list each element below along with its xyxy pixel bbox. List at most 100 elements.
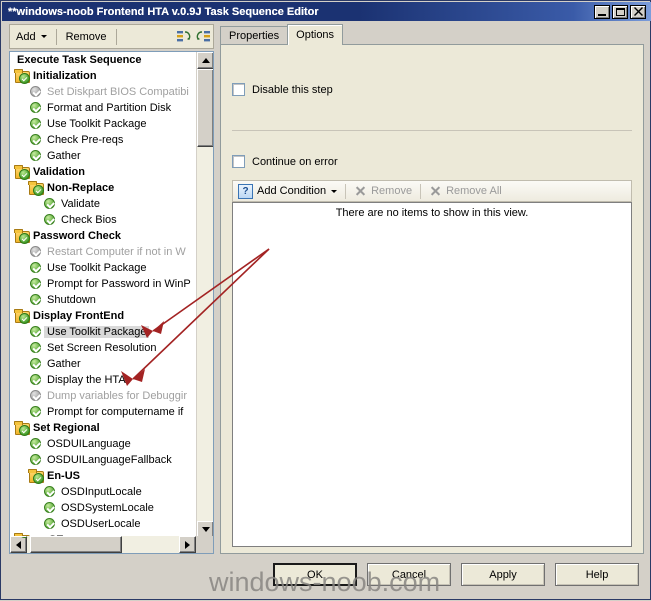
tree-item[interactable]: OSDUserLocale — [10, 516, 196, 532]
close-x-icon — [429, 185, 442, 198]
condition-toolbar: ? Add Condition Remove Remove All — [232, 180, 632, 202]
task-sequence-tree[interactable]: Execute Task Sequence Initialization Set D… — [9, 51, 214, 554]
tree-item[interactable]: Set Diskpart BIOS Compatibi — [10, 84, 196, 100]
tree-item[interactable]: En-US — [10, 468, 196, 484]
cancel-button[interactable]: Cancel — [367, 563, 451, 586]
help-question-icon: ? — [238, 183, 253, 199]
tab-properties[interactable]: Properties — [220, 26, 289, 45]
tree-item-label: OSDUserLocale — [61, 518, 141, 530]
tree-item-label: Set Screen Resolution — [47, 342, 157, 354]
vertical-scroll-thumb[interactable] — [197, 69, 213, 147]
tree-item[interactable]: Password Check — [10, 228, 196, 244]
continue-on-error-label: Continue on error — [252, 155, 338, 168]
scroll-right-button[interactable] — [179, 536, 196, 553]
tree-item[interactable]: Prompt for computername if — [10, 404, 196, 420]
tree-item-label: Use Toolkit Package — [47, 118, 147, 130]
tree-item[interactable]: Gather — [10, 148, 196, 164]
tab-options[interactable]: Options — [287, 24, 344, 45]
title-bar: **windows-noob Frontend HTA v.0.9J Task … — [2, 2, 651, 21]
tree-item-label: OSDSystemLocale — [61, 502, 154, 514]
tree-vertical-scrollbar[interactable] — [196, 52, 213, 538]
enabled-step-icon — [42, 196, 58, 212]
collapse-all-icon[interactable] — [175, 28, 193, 46]
maximize-button[interactable] — [612, 4, 628, 19]
scrollbar-corner — [196, 536, 213, 553]
disable-this-step-row[interactable]: Disable this step — [232, 83, 333, 96]
help-button[interactable]: Help — [555, 563, 639, 586]
chevron-down-icon — [331, 189, 338, 193]
folder-icon — [14, 420, 30, 436]
folder-icon — [28, 180, 44, 196]
tree-item[interactable]: Dump variables for Debuggir — [10, 388, 196, 404]
tree-item[interactable]: Gather — [10, 356, 196, 372]
add-button[interactable]: Add — [10, 26, 53, 47]
expand-all-icon[interactable] — [195, 28, 213, 46]
tab-label: Options — [296, 29, 335, 41]
tree-item[interactable]: Restart Computer if not in W — [10, 244, 196, 260]
enabled-step-icon — [42, 484, 58, 500]
close-button[interactable] — [630, 4, 646, 19]
disabled-step-icon — [28, 388, 44, 404]
continue-on-error-checkbox[interactable] — [232, 155, 245, 168]
condition-separator-2 — [420, 183, 422, 199]
tree-item[interactable]: Initialization — [10, 68, 196, 84]
condition-separator-1 — [345, 183, 347, 199]
remove-condition-button[interactable]: Remove — [349, 181, 417, 201]
tree-item[interactable]: Format and Partition Disk — [10, 100, 196, 116]
tree-item-label: Format and Partition Disk — [47, 102, 172, 114]
minimize-button[interactable] — [594, 4, 610, 19]
conditions-list[interactable]: There are no items to show in this view. — [232, 202, 632, 547]
tree-item[interactable]: Display the HTA — [10, 372, 196, 388]
enabled-step-icon — [28, 292, 44, 308]
tree-item[interactable]: Validate — [10, 196, 196, 212]
tree-item[interactable]: OSDInputLocale — [10, 484, 196, 500]
tree-horizontal-scrollbar[interactable] — [10, 536, 196, 553]
tree-item[interactable]: Validation — [10, 164, 196, 180]
tree-item[interactable]: Check Pre-reqs — [10, 132, 196, 148]
tree-item-label: Non-Replace — [47, 182, 115, 194]
tree-item[interactable]: OSDUILanguageFallback — [10, 452, 196, 468]
tree-item[interactable]: Check Bios — [10, 212, 196, 228]
scroll-left-button[interactable] — [10, 536, 27, 553]
tree-item[interactable]: Shutdown — [10, 292, 196, 308]
continue-on-error-row[interactable]: Continue on error — [232, 155, 338, 168]
tree-item-label: Prompt for Password in WinP — [47, 278, 191, 290]
remove-button[interactable]: Remove — [60, 26, 113, 47]
enabled-step-icon — [28, 340, 44, 356]
tree-item[interactable]: Use Toolkit Package — [10, 324, 196, 340]
tree-item[interactable]: OSDSystemLocale — [10, 500, 196, 516]
tree-item[interactable]: Prompt for Password in WinP — [10, 276, 196, 292]
tree-item[interactable]: Display FrontEnd — [10, 308, 196, 324]
tree-item[interactable]: Set Regional — [10, 420, 196, 436]
folder-icon — [14, 308, 30, 324]
check-badge-icon — [19, 169, 30, 180]
disabled-step-icon — [28, 84, 44, 100]
tree-item-label: Gather — [47, 150, 81, 162]
tree-item[interactable]: Set Screen Resolution — [10, 340, 196, 356]
remove-all-conditions-button[interactable]: Remove All — [424, 181, 507, 201]
tree-item[interactable]: Use Toolkit Package — [10, 260, 196, 276]
tree-item-label: Gather — [47, 358, 81, 370]
tree-item[interactable]: Non-Replace — [10, 180, 196, 196]
horizontal-scroll-thumb[interactable] — [30, 536, 122, 553]
disable-this-step-checkbox[interactable] — [232, 83, 245, 96]
tree-item-label: Check Pre-reqs — [47, 134, 124, 146]
tree-item[interactable]: Execute Task Sequence — [10, 52, 196, 68]
task-sequence-editor-window: **windows-noob Frontend HTA v.0.9J Task … — [0, 0, 651, 600]
ok-button[interactable]: OK — [273, 563, 357, 586]
enabled-step-icon — [28, 260, 44, 276]
tree-item[interactable]: OSDUILanguage — [10, 436, 196, 452]
enabled-step-icon — [28, 404, 44, 420]
tree-item-label: OSDUILanguageFallback — [47, 454, 172, 466]
scroll-up-button[interactable] — [197, 52, 213, 69]
enabled-step-icon — [28, 324, 44, 340]
tree-item-label: OSDUILanguage — [47, 438, 131, 450]
remove-all-conditions-label: Remove All — [446, 185, 502, 197]
add-condition-button[interactable]: ? Add Condition — [233, 181, 342, 201]
options-tab-panel: Disable this step Continue on error ? Ad… — [220, 44, 644, 554]
tree-item[interactable]: Use Toolkit Package — [10, 116, 196, 132]
tree-item-label: Set Regional — [33, 422, 100, 434]
apply-button[interactable]: Apply — [461, 563, 545, 586]
check-badge-icon — [19, 425, 30, 436]
window-controls — [594, 4, 651, 19]
